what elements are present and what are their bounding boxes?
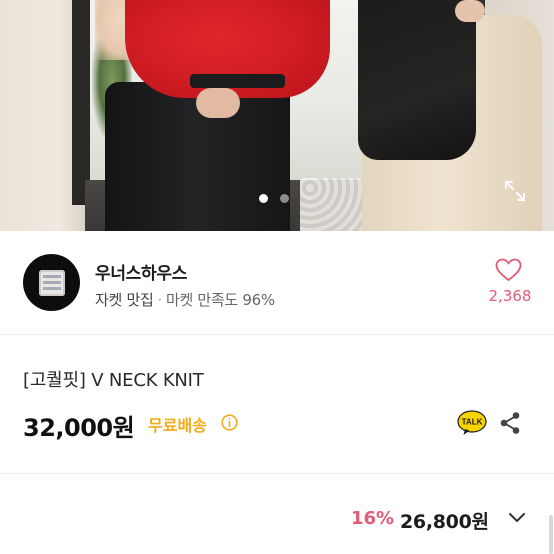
info-icon[interactable] <box>221 414 238 431</box>
kakaotalk-icon[interactable]: TALK <box>457 410 487 436</box>
product-info: [고퀄핏] V NECK KNIT 32,000원 무료배송 TALK <box>0 335 554 474</box>
seller-avatar[interactable] <box>23 254 80 311</box>
seller-row[interactable]: 우너스하우스 자켓 맛집 · 마켓 만족도 96% 2,368 <box>0 231 554 335</box>
discount-rate: 16% <box>351 508 395 529</box>
like-count: 2,368 <box>488 287 532 305</box>
seller-tagline: 자켓 맛집 <box>95 291 154 309</box>
expand-icon[interactable] <box>503 179 527 203</box>
free-shipping-label: 무료배송 <box>148 416 207 435</box>
talk-icon-text: TALK <box>462 418 483 427</box>
scrollbar[interactable] <box>549 515 553 554</box>
purchase-bar[interactable]: 16% 26,800원 <box>0 475 554 554</box>
product-title: [고퀄핏] V NECK KNIT <box>23 370 204 391</box>
sale-price: 26,800원 <box>400 511 489 533</box>
product-price: 32,000원 <box>23 414 135 442</box>
market-satisfaction: 마켓 만족도 96% <box>165 291 275 309</box>
product-page: 우너스하우스 자켓 맛집 · 마켓 만족도 96% 2,368 [고퀄핏] V NE… <box>0 0 554 554</box>
gallery-pagination <box>259 194 289 203</box>
chevron-down-icon[interactable] <box>508 511 526 525</box>
product-photo[interactable] <box>0 0 554 231</box>
separator: · <box>157 291 162 309</box>
share-icon[interactable] <box>499 411 521 435</box>
shop-logo-icon <box>38 269 65 296</box>
seller-subtitle: 자켓 맛집 · 마켓 만족도 96% <box>95 289 275 310</box>
gallery-dot-active[interactable] <box>259 194 268 203</box>
heart-icon[interactable] <box>495 258 522 282</box>
seller-name[interactable]: 우너스하우스 <box>95 259 187 284</box>
gallery-dot[interactable] <box>280 194 289 203</box>
